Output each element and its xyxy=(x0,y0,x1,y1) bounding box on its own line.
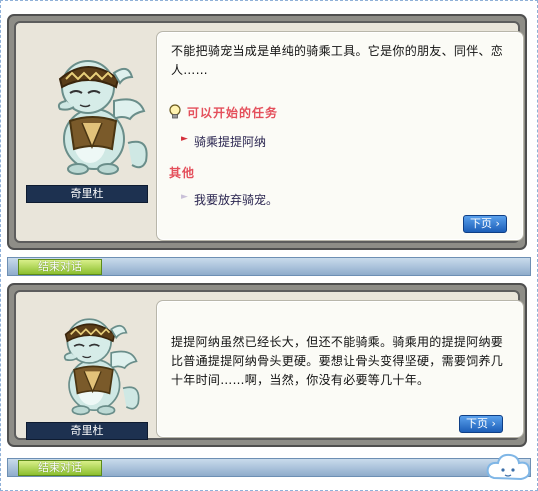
next-button[interactable]: 下页 › xyxy=(459,415,503,433)
npc-dialog-1: 奇里杜 不能把骑宠当成是单纯的骑乘工具。它是你的朋友、同伴、恋人…… 可以开始的… xyxy=(7,14,527,250)
npc-portrait-2: 奇里杜 xyxy=(26,302,156,442)
next-button[interactable]: 下页 › xyxy=(463,215,507,233)
dialog-2-inner: 奇里杜 提提阿纳虽然已经长大，但还不能骑乘。骑乘用的提提阿纳要比普通提提阿纳骨头… xyxy=(14,290,524,442)
next-button-label: 下页 xyxy=(470,217,493,230)
dialog-1-textbox: 不能把骑宠当成是单纯的骑乘工具。它是你的朋友、同伴、恋人…… 可以开始的任务 ►… xyxy=(156,31,524,241)
next-button-label: 下页 xyxy=(466,417,489,430)
arrow-right-icon: ► xyxy=(181,192,188,202)
npc-portrait-1: 奇里杜 xyxy=(26,33,156,203)
end-chat-button[interactable]: 结束对话 xyxy=(18,259,102,275)
npc-dialog-2: 奇里杜 提提阿纳虽然已经长大，但还不能骑乘。骑乘用的提提阿纳要比普通提提阿纳骨头… xyxy=(7,283,527,447)
cloud-mascot-icon xyxy=(486,453,531,481)
quest-option-label: 骑乘提提阿纳 xyxy=(194,135,267,149)
npc-name-plate: 奇里杜 xyxy=(26,422,148,440)
chevron-right-icon: › xyxy=(488,417,496,430)
npc-character-illustration xyxy=(63,318,140,416)
lightbulb-icon xyxy=(169,104,181,119)
dialog-2-bottom-bar: 结束对话 xyxy=(7,458,531,477)
dialog-1-bottom-bar: 结束对话 xyxy=(7,257,531,276)
dialog-1-message: 不能把骑宠当成是单纯的骑乘工具。它是你的朋友、同伴、恋人…… xyxy=(171,44,504,77)
dialog-1-inner: 奇里杜 不能把骑宠当成是单纯的骑乘工具。它是你的朋友、同伴、恋人…… 可以开始的… xyxy=(14,21,524,243)
dialog-2-textbox: 提提阿纳虽然已经长大，但还不能骑乘。骑乘用的提提阿纳要比普通提提阿纳骨头更硬。要… xyxy=(156,300,524,438)
end-chat-button[interactable]: 结束对话 xyxy=(18,460,102,476)
npc-name-plate: 奇里杜 xyxy=(26,185,148,203)
arrow-right-icon: ► xyxy=(181,134,188,144)
other-option-label: 我要放弃骑宠。 xyxy=(194,193,279,207)
npc-character-illustration xyxy=(57,60,148,175)
section-title-available: 可以开始的任务 xyxy=(187,106,279,120)
chevron-right-icon: › xyxy=(492,217,500,230)
dialog-2-message: 提提阿纳虽然已经长大，但还不能骑乘。骑乘用的提提阿纳要比普通提提阿纳骨头更硬。要… xyxy=(171,335,504,387)
section-title-other: 其他 xyxy=(169,166,196,180)
